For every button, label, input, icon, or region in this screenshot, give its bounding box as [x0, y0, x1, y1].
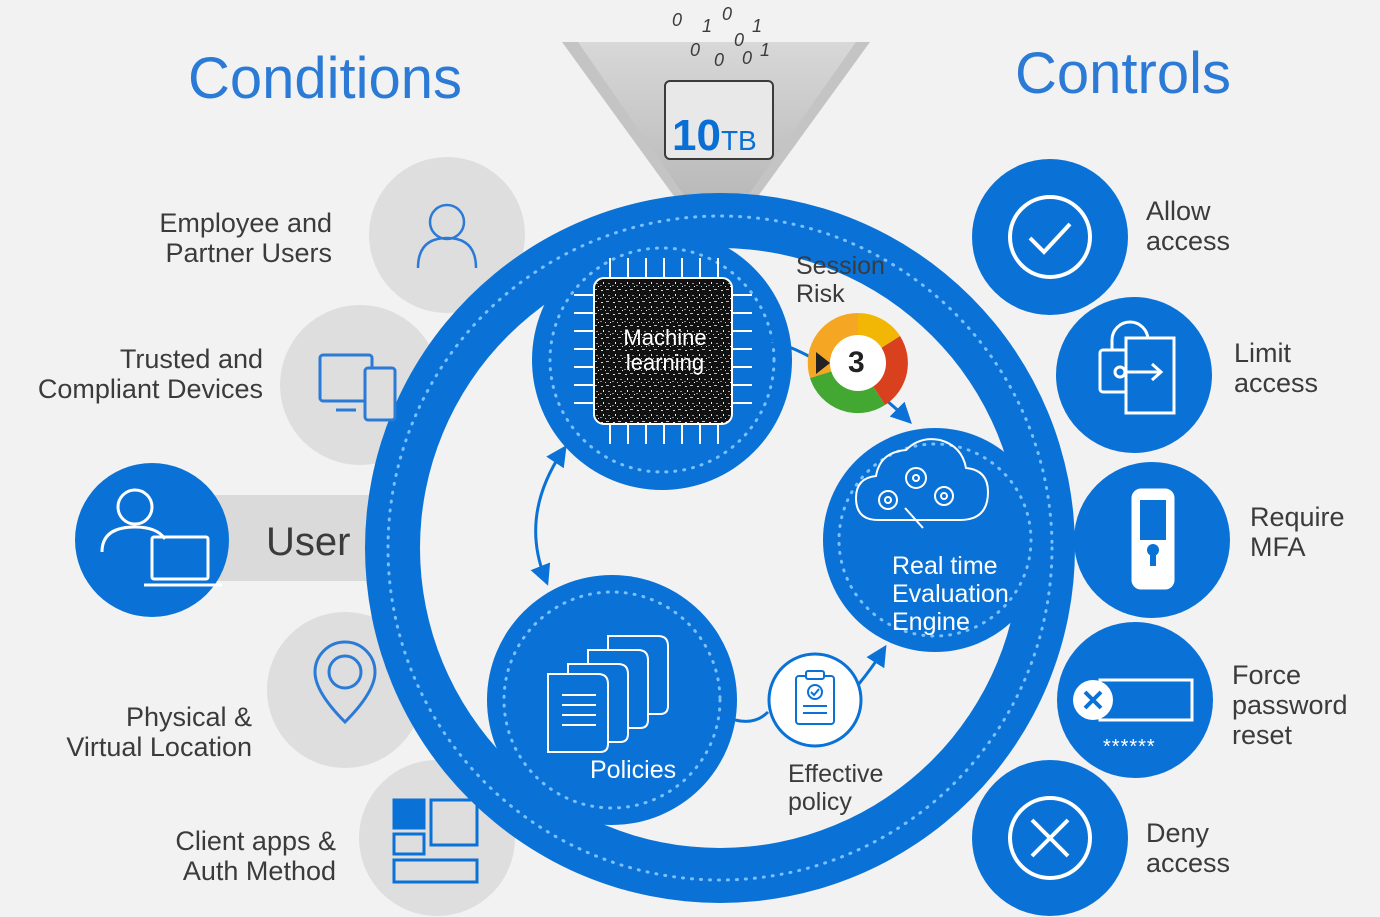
condition-location-line2: Virtual Location: [66, 732, 252, 763]
user-label: User: [266, 520, 351, 564]
data-size-value: 10: [672, 111, 721, 160]
session-risk-label: Session Risk: [796, 252, 885, 308]
control-deny-line1: Deny: [1146, 818, 1210, 848]
control-deny-label: Deny access: [1146, 818, 1230, 878]
controls-heading: Controls: [1015, 41, 1231, 106]
control-allow-line1: Allow: [1146, 196, 1211, 226]
condition-users-label: Employee and Partner Users: [60, 208, 332, 268]
condition-users-line1: Employee and: [159, 208, 332, 238]
condition-devices-line2: Compliant Devices: [37, 374, 263, 405]
control-reset-line2: password: [1232, 690, 1348, 721]
ml-label-line2: learning: [625, 349, 705, 375]
condition-devices-label: Trusted and Compliant Devices: [10, 344, 263, 404]
session-risk-line2: Risk: [796, 280, 845, 308]
engine-label-line2: Evaluation: [892, 580, 1009, 608]
engine-label-line1: Real time: [892, 552, 998, 580]
conditions-heading: Conditions: [188, 46, 463, 111]
data-size-unit: TB: [720, 125, 757, 156]
effective-policy-line1: Effective: [788, 760, 884, 788]
control-reset-label: Force password reset: [1232, 660, 1348, 751]
control-limit-line1: Limit: [1234, 338, 1292, 368]
binary-digit: 1: [760, 40, 771, 60]
session-risk-line1: Session: [796, 252, 885, 280]
control-mfa-line2: MFA: [1250, 532, 1306, 563]
session-risk-value: 3: [848, 346, 865, 379]
ml-label: Machine learning: [610, 325, 720, 375]
control-limit-label: Limit access: [1234, 338, 1318, 398]
phone-lock-icon: [1131, 488, 1175, 590]
condition-apps-line2: Auth Method: [182, 856, 336, 887]
binary-digit: 0: [734, 30, 745, 50]
binary-digit: 0: [722, 4, 733, 24]
binary-digit: 1: [702, 16, 713, 36]
condition-location-label: Physical & Virtual Location: [20, 702, 252, 762]
binary-digit: 1: [752, 16, 763, 36]
control-allow-circle: [972, 159, 1128, 315]
condition-users-line2: Partner Users: [165, 238, 332, 269]
control-reset-line3: reset: [1232, 720, 1293, 751]
control-limit-line2: access: [1234, 368, 1319, 399]
engine-label-line3: Engine: [892, 608, 970, 636]
data-size: 10TB: [672, 114, 757, 158]
effective-policy-line2: policy: [788, 788, 852, 816]
conditional-access-diagram: Conditions Controls 0 1 0 1 0 0 0 1 0 10…: [0, 0, 1380, 917]
condition-apps-label: Client apps & Auth Method: [100, 826, 336, 886]
engine-label: Real time Evaluation Engine: [892, 552, 1009, 636]
condition-apps-line1: Client apps &: [175, 826, 336, 856]
control-mfa-line1: Require: [1250, 502, 1345, 532]
ml-label-line1: Machine: [623, 325, 707, 350]
control-mfa-label: Require MFA: [1250, 502, 1345, 562]
control-reset-line1: Force: [1232, 660, 1302, 690]
password-mask: ******: [1103, 736, 1156, 758]
effective-policy-label: Effective policy: [788, 760, 883, 816]
policies-label: Policies: [590, 756, 677, 784]
clipboard-check-icon: [767, 652, 863, 748]
control-allow-line2: access: [1146, 226, 1231, 257]
binary-digit: 0: [714, 50, 725, 70]
control-deny-line2: access: [1146, 848, 1231, 879]
binary-digit: 0: [742, 48, 753, 68]
binary-digit: 0: [690, 40, 701, 60]
condition-location-line1: Physical &: [125, 702, 252, 732]
binary-digit: 0: [672, 10, 683, 30]
condition-devices-line1: Trusted and: [119, 344, 263, 374]
control-allow-label: Allow access: [1146, 196, 1230, 256]
